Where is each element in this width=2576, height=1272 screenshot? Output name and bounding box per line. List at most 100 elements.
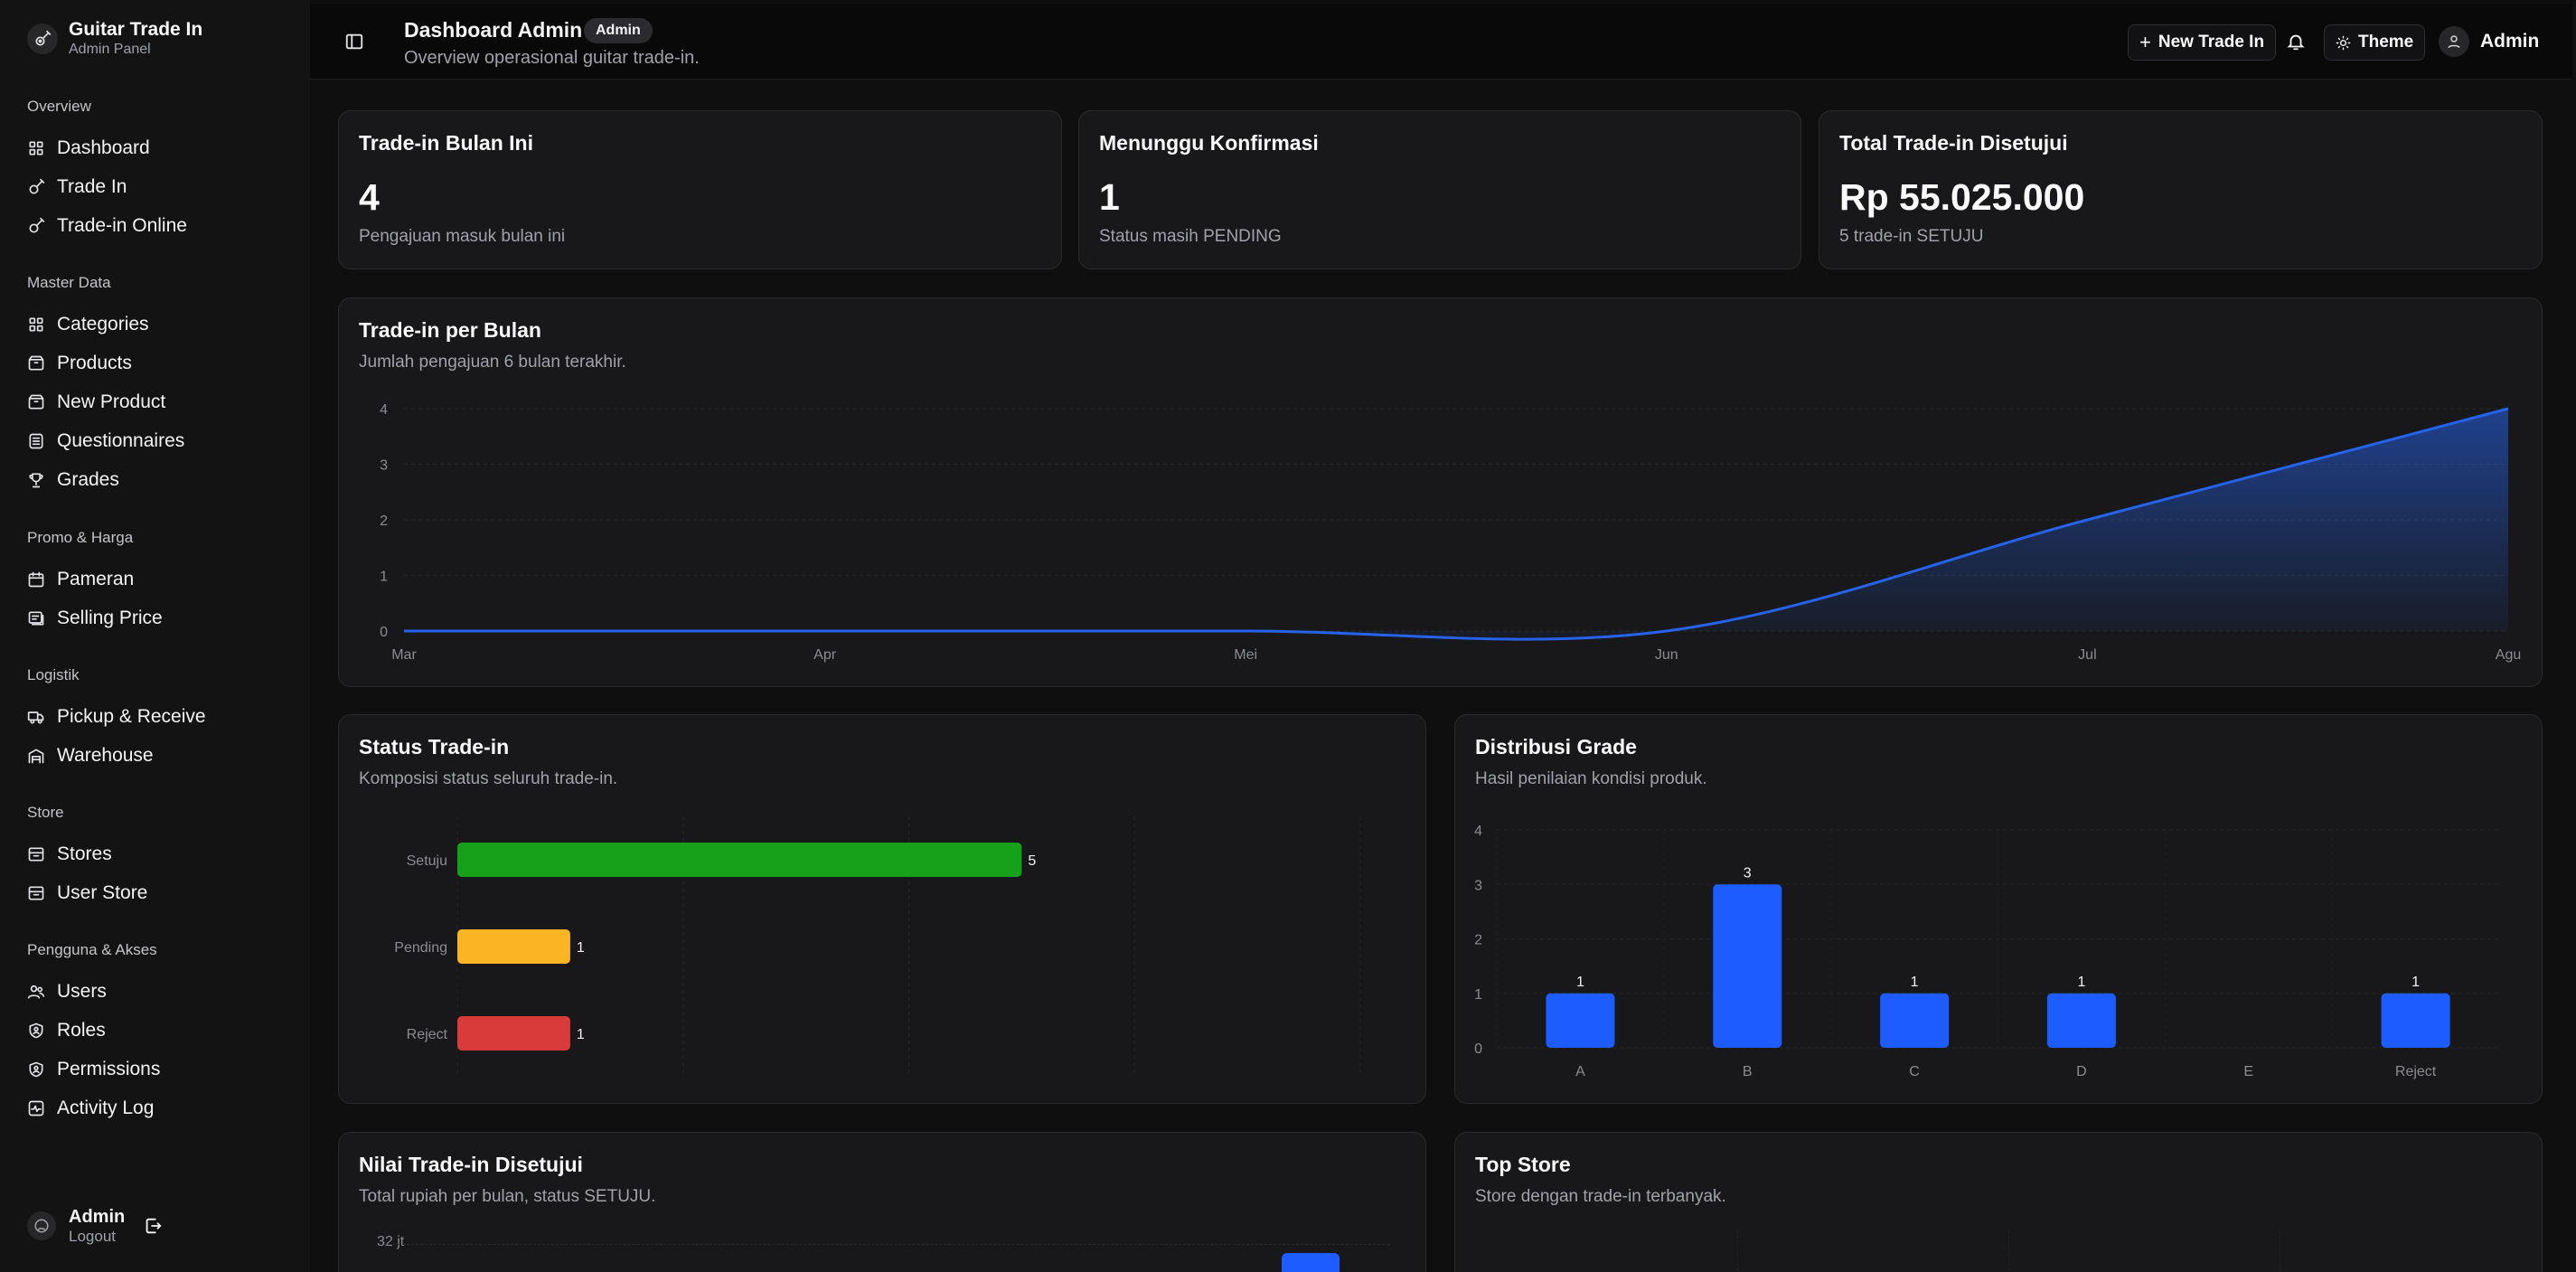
bar-value-label: 1 bbox=[577, 940, 585, 956]
grade-bar-chart: 0 1 2 3 4 A 1 B 3 C 1 D 1 E Reject 1 bbox=[1474, 824, 2499, 1079]
sidebar-item-stores[interactable]: Stores bbox=[27, 838, 112, 871]
stat-card-monthly: Trade-in Bulan Ini 4 Pengajuan masuk bul… bbox=[338, 110, 1062, 269]
bar-value-label: 1 bbox=[2411, 975, 2420, 990]
avatar bbox=[27, 1211, 56, 1240]
receipt-icon bbox=[28, 611, 44, 626]
sidebar-item-grades[interactable]: Grades bbox=[27, 464, 119, 496]
stat-title: Menunggu Konfirmasi bbox=[1099, 131, 1319, 155]
box-icon bbox=[28, 394, 44, 410]
approved-value-card: Nilai Trade-in Disetujui Total rupiah pe… bbox=[338, 1132, 1426, 1272]
y-tick-label: 32 jt bbox=[377, 1234, 405, 1249]
brand[interactable]: Guitar Trade In Admin Panel bbox=[27, 18, 202, 59]
status-bar bbox=[457, 929, 570, 964]
x-tick-label: Jul bbox=[2078, 647, 2096, 663]
logout-link[interactable]: Logout bbox=[69, 1228, 125, 1246]
bar-value-label: 1 bbox=[1576, 975, 1584, 990]
sidebar-item-selling-price[interactable]: Selling Price bbox=[27, 602, 163, 635]
top-header: Dashboard Admin Admin Overview operasion… bbox=[310, 4, 2572, 80]
y-tick-label: 4 bbox=[380, 402, 388, 418]
top-store-chart-area bbox=[1475, 1230, 2522, 1272]
new-trade-in-button[interactable]: + New Trade In bbox=[2128, 24, 2277, 61]
activity-icon bbox=[28, 1100, 44, 1117]
sidebar-item-new-product[interactable]: New Product bbox=[27, 386, 165, 419]
sidebar-item-label: Trade-in Online bbox=[57, 215, 187, 236]
sidebar-item-trade-in-online[interactable]: Trade-in Online bbox=[27, 210, 187, 242]
nav-group-label: Promo & Harga bbox=[27, 529, 134, 546]
sidebar-item-label: Questionnaires bbox=[57, 430, 185, 451]
y-tick-label: 2 bbox=[380, 514, 388, 529]
stat-card-pending: Menunggu Konfirmasi 1 Status masih PENDI… bbox=[1078, 110, 1801, 269]
theme-label: Theme bbox=[2358, 33, 2414, 52]
top-store-card: Top Store Store dengan trade-in terbanya… bbox=[1454, 1132, 2543, 1272]
users-icon bbox=[27, 985, 45, 999]
y-tick-label: 2 bbox=[1474, 933, 1482, 948]
shield-icon bbox=[29, 1022, 43, 1039]
stat-title: Total Trade-in Disetujui bbox=[1839, 131, 2068, 155]
grid-icon bbox=[29, 317, 43, 332]
sidebar-item-categories[interactable]: Categories bbox=[27, 308, 149, 341]
sidebar-item-permissions[interactable]: Permissions bbox=[27, 1053, 160, 1086]
bar-value-label: 1 bbox=[2077, 975, 2085, 990]
sun-icon bbox=[2336, 35, 2351, 50]
chart-title: Top Store bbox=[1475, 1153, 1571, 1176]
x-tick-label: Mar bbox=[391, 647, 417, 663]
grid-icon bbox=[29, 141, 43, 155]
sidebar-item-users[interactable]: Users bbox=[27, 975, 107, 1008]
brand-subtitle: Admin Panel bbox=[69, 42, 151, 57]
y-tick-label: 4 bbox=[1474, 824, 1482, 839]
stat-value: 4 bbox=[359, 176, 380, 218]
sidebar-item-pameran[interactable]: Pameran bbox=[27, 563, 134, 596]
stat-value: 1 bbox=[1099, 176, 1120, 218]
sidebar-item-warehouse[interactable]: Warehouse bbox=[27, 740, 154, 772]
box-icon bbox=[28, 355, 44, 371]
sidebar-item-user-store[interactable]: User Store bbox=[27, 877, 147, 909]
stat-note: Status masih PENDING bbox=[1099, 227, 1282, 246]
page-title: Dashboard Admin bbox=[404, 18, 583, 42]
nav-group-label: Logistik bbox=[27, 666, 80, 683]
sidebar-item-label: Warehouse bbox=[57, 745, 154, 766]
sidebar-item-products[interactable]: Products bbox=[27, 347, 132, 380]
logout-icon[interactable] bbox=[143, 1216, 163, 1236]
sidebar: Guitar Trade In Admin Panel Overview Dash… bbox=[0, 0, 310, 1272]
sidebar-user[interactable]: Admin Logout bbox=[27, 1206, 163, 1246]
calendar-icon bbox=[28, 571, 44, 588]
guitar-icon bbox=[29, 217, 45, 233]
sidebar-item-activity-log[interactable]: Activity Log bbox=[27, 1092, 154, 1125]
stat-card-approved: Total Trade-in Disetujui Rp 55.025.000 5… bbox=[1819, 110, 2543, 269]
store-icon bbox=[28, 886, 44, 900]
bar-value-label: 1 bbox=[577, 1027, 585, 1042]
sidebar-item-pickup-receive[interactable]: Pickup & Receive bbox=[27, 701, 206, 733]
page-subtitle: Overview operasional guitar trade-in. bbox=[404, 48, 700, 68]
sidebar-item-questionnaires[interactable]: Questionnaires bbox=[27, 425, 184, 457]
nav-group-label: Pengguna & Akses bbox=[27, 941, 157, 958]
role-badge: Admin bbox=[584, 18, 653, 43]
sidebar-item-dashboard[interactable]: Dashboard bbox=[27, 132, 150, 165]
x-tick-label: Jun bbox=[1655, 647, 1678, 663]
sidebar-item-label: Stores bbox=[57, 843, 112, 864]
guitar-logo-icon bbox=[27, 23, 58, 54]
sidebar-item-label: Pameran bbox=[57, 569, 135, 589]
nav-group-label: Overview bbox=[27, 98, 91, 115]
truck-icon bbox=[27, 711, 44, 724]
user-name: Admin bbox=[2480, 31, 2540, 52]
guitar-icon bbox=[29, 178, 45, 194]
sidebar-item-label: Products bbox=[57, 353, 132, 373]
theme-button[interactable]: Theme bbox=[2324, 24, 2426, 61]
sidebar-item-trade-in[interactable]: Trade In bbox=[27, 171, 127, 203]
sidebar-item-label: Roles bbox=[57, 1020, 106, 1041]
grade-bar bbox=[2046, 993, 2116, 1048]
y-tick-label: 1 bbox=[380, 570, 388, 585]
grade-bar bbox=[1880, 993, 1950, 1048]
sidebar-item-roles[interactable]: Roles bbox=[27, 1014, 106, 1047]
chart-subtitle: Total rupiah per bulan, status SETUJU. bbox=[359, 1187, 656, 1206]
x-tick-label: A bbox=[1575, 1064, 1585, 1079]
sidebar-item-label: Activity Log bbox=[57, 1098, 155, 1118]
user-menu[interactable]: Admin bbox=[2439, 26, 2539, 57]
sidebar-toggle-icon[interactable] bbox=[344, 32, 364, 52]
bar-value-label: 5 bbox=[1028, 853, 1036, 869]
sidebar-item-label: Trade In bbox=[57, 176, 127, 197]
sidebar-item-label: Categories bbox=[57, 314, 149, 334]
grade-bar bbox=[1546, 993, 1615, 1048]
bell-icon[interactable] bbox=[2286, 32, 2306, 52]
trophy-icon bbox=[29, 473, 43, 488]
